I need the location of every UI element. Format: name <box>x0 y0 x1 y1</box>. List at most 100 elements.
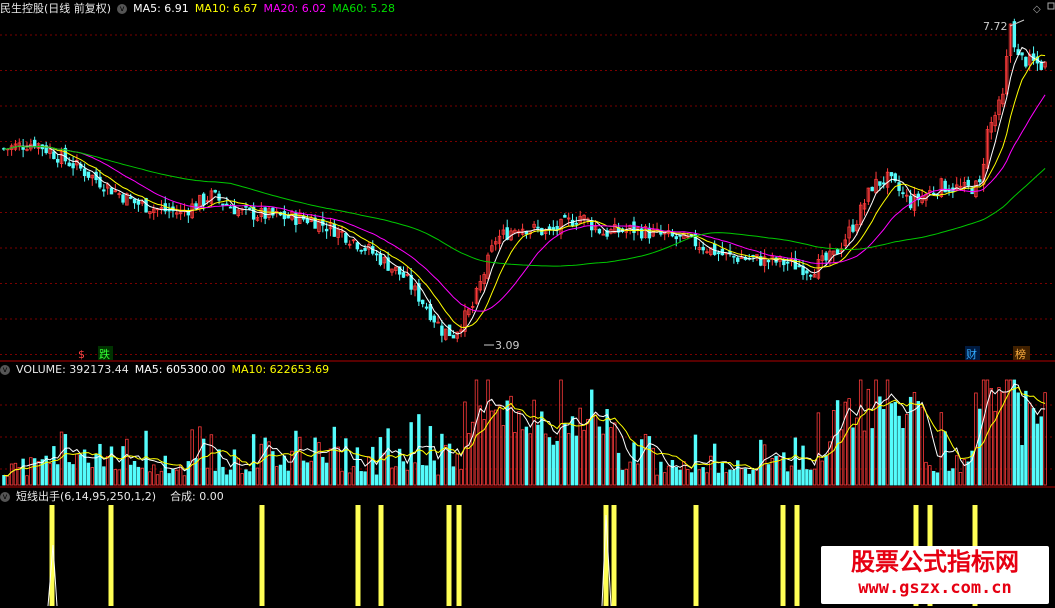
indicator-label: 短线出手(6,14,95,250,1,2) <box>16 490 157 503</box>
volume-bar <box>217 449 221 486</box>
ma5-line <box>3 46 1046 335</box>
toggle-icon[interactable]: v <box>0 365 10 375</box>
candle-body <box>248 207 252 210</box>
volume-bar <box>689 472 694 486</box>
candle-body <box>978 179 982 183</box>
volume-bar <box>920 406 924 486</box>
candle-body <box>67 162 71 167</box>
volume-bar <box>447 443 452 486</box>
volume-bar <box>678 469 682 486</box>
volume-bar <box>878 396 882 486</box>
volume-bar <box>701 467 705 486</box>
candle-body <box>797 265 801 268</box>
volume-bar <box>928 465 932 486</box>
volume-bar <box>1035 423 1040 486</box>
volume-bar <box>401 461 406 486</box>
volume-bar <box>240 473 244 486</box>
volume-bar <box>144 430 148 486</box>
volume-bar <box>862 430 867 486</box>
volume-bar <box>616 452 621 486</box>
volume-bar <box>847 398 851 486</box>
candle-body <box>132 198 137 204</box>
volume-bar <box>167 473 171 486</box>
main-header: 民生控股(日线 前复权) v MA5: 6.91 MA10: 6.67 MA20… <box>0 1 395 17</box>
candle-body <box>71 163 75 169</box>
volume-bar <box>1039 416 1043 486</box>
volume-bar <box>851 427 855 486</box>
candle-body <box>129 196 133 199</box>
volume-bar <box>298 436 302 486</box>
volume-bar <box>905 414 909 486</box>
volume-bar <box>413 462 417 486</box>
volume-bar <box>543 433 548 486</box>
volume-bar <box>424 465 429 486</box>
volume-bar <box>405 469 410 486</box>
volume-bar <box>221 466 225 486</box>
volume-bar <box>1028 402 1032 486</box>
candle-body <box>712 243 717 255</box>
volume-bar <box>2 475 6 486</box>
volume-bar <box>359 471 363 486</box>
volume-bar <box>351 466 356 486</box>
volume-bar <box>916 401 920 486</box>
candle-body <box>451 334 456 339</box>
volume-bar <box>301 460 306 486</box>
volume-bar <box>712 443 717 486</box>
candle-body <box>424 306 429 309</box>
volume-bar <box>855 417 859 486</box>
volume-bar <box>755 468 759 486</box>
volume-ma5-value: MA5: 605300.00 <box>134 363 226 376</box>
candle-body <box>785 261 790 264</box>
candle-body <box>263 207 267 219</box>
candle-body <box>102 189 106 192</box>
volume-bar <box>132 460 137 486</box>
volume-bar <box>605 409 609 486</box>
candle-body <box>597 228 602 234</box>
volume-bar <box>766 464 771 486</box>
volume-bar <box>71 464 75 486</box>
volume-bar <box>570 416 575 486</box>
watermark-logo: 股票公式指标网 www.gszx.com.cn <box>821 546 1049 604</box>
volume-bar <box>332 426 337 486</box>
volume-bar <box>824 454 828 486</box>
volume-bar <box>955 455 959 486</box>
candle-body <box>524 231 529 235</box>
candle-body <box>809 274 813 277</box>
ma60-value: MA60: 5.28 <box>332 2 395 15</box>
candle-body <box>1012 21 1017 48</box>
volume-bar <box>801 445 805 486</box>
candle-body <box>194 203 198 209</box>
volume-bar <box>593 412 598 486</box>
volume-bar <box>63 434 68 486</box>
indicator-value: 合成: 0.00 <box>170 490 224 503</box>
volume-bar <box>467 433 471 486</box>
toggle-icon[interactable]: v <box>0 492 10 502</box>
volume-bar <box>609 427 613 486</box>
volume-bar <box>540 411 544 486</box>
volume-bar <box>420 465 425 486</box>
volume-header: v VOLUME: 392173.44 MA5: 605300.00 MA10:… <box>0 362 329 378</box>
volume-bar <box>48 462 52 486</box>
candle-body <box>782 259 786 266</box>
volume-bar <box>958 472 963 486</box>
volume-bar <box>463 401 467 486</box>
volume-bar <box>340 470 344 486</box>
stock-chart: 7.72 3.09 $ 跌 财 榜 ◇ <box>0 2 1055 607</box>
volume-bar <box>121 446 125 486</box>
candle-body <box>805 270 809 274</box>
volume-bar <box>931 471 936 486</box>
signal-bar <box>259 505 265 606</box>
candle-body <box>889 172 894 177</box>
volume-bar <box>528 433 532 486</box>
event-finance-marker: 财 <box>966 347 977 361</box>
volume-bar <box>282 455 287 486</box>
volume-bar <box>935 472 940 486</box>
toggle-icon[interactable]: v <box>117 4 128 14</box>
volume-bar <box>555 440 559 486</box>
volume-bar <box>574 435 579 486</box>
volume-bar <box>493 409 498 486</box>
indicator-header: v 短线出手(6,14,95,250,1,2) 合成: 0.00 <box>0 489 224 505</box>
moving-average-lines <box>3 46 1046 335</box>
volume-bar <box>586 418 590 486</box>
volume-bar <box>32 458 37 486</box>
